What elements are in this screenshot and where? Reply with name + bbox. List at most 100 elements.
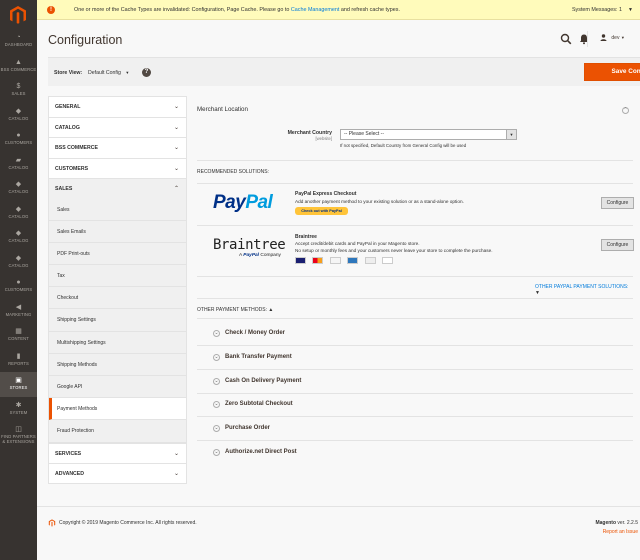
sidebar-item-catalog[interactable]: ◆ Catalog xyxy=(0,103,37,128)
sidebar-item-label: Reports xyxy=(8,360,29,366)
chevron-down-icon: ⌄ xyxy=(173,124,179,131)
sidebar-item-catalog[interactable]: ◆ Catalog xyxy=(0,201,37,226)
expand-icon: ⌄ xyxy=(213,425,220,433)
config-section-sales[interactable]: Sales ⌃ xyxy=(48,178,187,199)
bell-icon[interactable] xyxy=(578,33,590,45)
sidebar-item-catalog[interactable]: ◆ Catalog xyxy=(0,176,37,201)
dashboard-icon: ◔ xyxy=(16,34,21,41)
config-item-shipping-settings[interactable]: Shipping Settings xyxy=(49,309,186,332)
config-section-advanced[interactable]: Advanced ⌄ xyxy=(48,463,187,484)
config-item-payment-methods[interactable]: Payment Methods xyxy=(49,398,186,421)
sidebar-item-catalog[interactable]: ▰ Catalog xyxy=(0,152,37,177)
store-icon: ▣ xyxy=(15,377,22,384)
report-issue-link[interactable]: Report an Issue xyxy=(603,529,638,535)
sidebar-item-customers[interactable]: ● Customers xyxy=(0,127,37,152)
chevron-down-icon[interactable]: ▼ xyxy=(628,0,633,20)
sidebar-item-catalog[interactable]: ◆ Catalog xyxy=(0,250,37,275)
person-icon: ● xyxy=(16,279,21,286)
chevron-down-icon: ▼ xyxy=(506,130,516,139)
save-config-button[interactable]: Save Config xyxy=(584,63,640,81)
chart-icon: ▮ xyxy=(16,352,21,360)
config-section-general[interactable]: General ⌄ xyxy=(48,96,187,117)
system-messages[interactable]: System Messages: 1 xyxy=(572,0,622,20)
merchant-country-scope: [website] xyxy=(315,136,332,141)
config-section-label: Catalog xyxy=(55,124,80,131)
config-item-multishipping-settings[interactable]: Multishipping Settings xyxy=(49,332,186,354)
sidebar-item-stores[interactable]: ▣ Stores xyxy=(0,372,37,397)
config-item-tax[interactable]: Tax xyxy=(49,265,186,288)
payment-method-title: Check / Money Order xyxy=(225,330,286,336)
chevron-down-icon: ⌄ xyxy=(173,450,179,457)
chevron-down-icon: ▼ xyxy=(620,34,625,40)
store-view-bar: Store View: Default Config ▼ ? Save Conf… xyxy=(48,57,640,86)
payment-method-check-money-order[interactable]: ⌄ Check / Money Order xyxy=(213,322,633,346)
sidebar-item-catalog[interactable]: ◆ Catalog xyxy=(0,225,37,250)
collapse-icon[interactable]: ⌃ xyxy=(622,107,629,114)
config-item-checkout[interactable]: Checkout xyxy=(49,287,186,310)
page-title: Configuration xyxy=(48,33,123,47)
payment-method-purchase-order[interactable]: ⌄ Purchase Order xyxy=(213,417,633,441)
config-section-catalog[interactable]: Catalog ⌄ xyxy=(48,116,187,137)
payment-method-title: Cash On Delivery Payment xyxy=(225,377,302,384)
sidebar-item-label: Sales xyxy=(11,91,26,96)
mastercard-card-icon xyxy=(312,257,324,264)
cube-icon: ◆ xyxy=(15,181,22,188)
store-view-switcher[interactable]: Default Config ▼ xyxy=(88,70,129,76)
user-menu[interactable]: dev ▼ xyxy=(600,34,625,41)
payment-method-title: Authorize.net Direct Post xyxy=(225,449,297,455)
sidebar-item-system[interactable]: ✱ System xyxy=(0,397,37,422)
config-item-fraud-protection[interactable]: Fraud Protection xyxy=(49,420,186,443)
payment-method-title: Zero Subtotal Checkout xyxy=(225,401,293,408)
divider xyxy=(197,276,633,277)
braintree-configure-button[interactable]: Configure xyxy=(601,239,634,251)
page: ◔ Dashboard ▲ BSS Commerce $ Sales ◆ Catalog ● Cu… xyxy=(0,0,640,560)
sidebar-item-content[interactable]: ▦ Content xyxy=(0,323,37,348)
config-section-label: Services xyxy=(55,450,82,457)
payment-method-zero-subtotal-checkout[interactable]: ⌄ Zero Subtotal Checkout xyxy=(213,393,633,417)
config-item-label: Checkout xyxy=(57,295,79,302)
magento-logo-icon[interactable] xyxy=(8,5,28,25)
config-section-customers[interactable]: Customers ⌄ xyxy=(48,157,187,178)
person-icon: ● xyxy=(16,132,21,139)
config-section-bss-commerce[interactable]: BSS Commerce ⌄ xyxy=(48,137,187,158)
other-paypal-solutions-link[interactable]: Other PayPal Payment Solutions: ▼ xyxy=(535,284,633,296)
merchant-country-select[interactable]: -- Please Select -- ▼ xyxy=(340,129,517,140)
header-divider xyxy=(587,31,588,47)
sidebar-item-sales[interactable]: $ Sales xyxy=(0,78,37,103)
config-item-sales[interactable]: Sales xyxy=(49,199,186,221)
payment-method-cash-on-delivery-payment[interactable]: ⌄ Cash On Delivery Payment xyxy=(213,370,633,394)
user-icon xyxy=(600,34,607,41)
paypal-configure-button[interactable]: Configure xyxy=(601,197,634,209)
gear-icon: ✱ xyxy=(15,401,22,409)
config-item-shipping-methods[interactable]: Shipping Methods xyxy=(49,354,186,376)
payment-method-authorize-net-direct-post[interactable]: ⌄ Authorize.net Direct Post xyxy=(213,441,633,465)
sidebar-item-find-partners-extensions[interactable]: ◫ Find Partners & Extensions xyxy=(0,421,37,446)
chevron-down-icon: ⌄ xyxy=(173,145,179,151)
search-icon[interactable] xyxy=(560,33,572,45)
braintree-desc-2: No setup or monthly fees and your custom… xyxy=(295,248,493,253)
config-section-label: Customers xyxy=(55,165,89,172)
help-icon[interactable]: ? xyxy=(142,68,151,77)
divider xyxy=(197,160,633,161)
payment-method-bank-transfer-payment[interactable]: ⌄ Bank Transfer Payment xyxy=(213,346,633,370)
config-item-google-api[interactable]: Google API xyxy=(49,376,186,399)
sidebar-item-label: Catalog xyxy=(8,262,29,268)
other-payment-methods-toggle[interactable]: Other Payment Methods: ▲ xyxy=(197,307,273,313)
sidebar-item-marketing[interactable]: ◀ Marketing xyxy=(0,299,37,324)
discover-card-icon xyxy=(329,257,341,264)
sidebar-item-reports[interactable]: ▮ Reports xyxy=(0,348,37,373)
notice-text: One or more of the Cache Types are inval… xyxy=(74,7,290,13)
cache-management-link[interactable]: Cache Management xyxy=(291,7,340,13)
sidebar-item-bss-commerce[interactable]: ▲ BSS Commerce xyxy=(0,54,37,79)
braintree-desc-1: Accept credit/debit cards and PayPal in … xyxy=(295,241,420,246)
merchant-location-title[interactable]: Merchant Location xyxy=(197,106,248,113)
sidebar-item-dashboard[interactable]: ◔ Dashboard xyxy=(0,29,37,54)
sidebar-item-label: Customers xyxy=(4,287,33,292)
sidebar-item-customers[interactable]: ● Customers xyxy=(0,274,37,299)
cart-icon: ▰ xyxy=(15,156,22,164)
sidebar-item-label: Catalog xyxy=(8,213,29,219)
config-item-sales-emails[interactable]: Sales Emails xyxy=(49,221,186,243)
config-item-pdf-print-outs[interactable]: PDF Print-outs xyxy=(49,243,186,266)
sidebar-item-label: Content xyxy=(8,336,29,341)
config-section-services[interactable]: Services ⌄ xyxy=(48,442,187,464)
